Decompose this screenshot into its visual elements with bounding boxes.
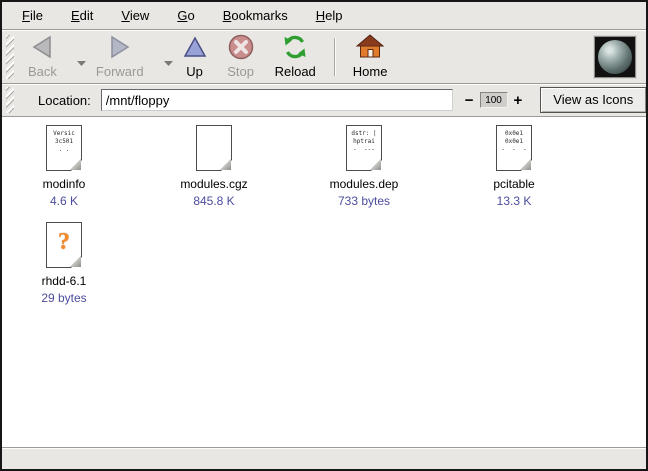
menu-item-file[interactable]: File: [10, 4, 55, 27]
location-bar: Location: − 100 + View as Icons: [2, 84, 646, 117]
reload-button[interactable]: Reload: [267, 33, 324, 80]
back-button: Back: [20, 33, 65, 80]
forward-history-chevron-icon[interactable]: [164, 53, 173, 71]
menu-item-bookmarks[interactable]: Bookmarks: [211, 4, 300, 27]
file-preview-line: hptrai: [353, 138, 375, 146]
stop-button-label: Stop: [227, 64, 254, 79]
stop-button: Stop: [219, 33, 263, 80]
home-button-label: Home: [353, 64, 388, 79]
toolbar-drag-handle[interactable]: [6, 35, 14, 79]
view-mode-select[interactable]: View as Icons: [540, 87, 648, 113]
file-size: 13.3 K: [497, 194, 532, 208]
location-input[interactable]: [101, 89, 453, 111]
file-name[interactable]: modinfo: [43, 177, 86, 191]
file-preview-line: 0x0e1: [505, 130, 523, 138]
throbber-frame: [594, 36, 636, 78]
location-bar-drag-handle[interactable]: [6, 87, 14, 113]
file-item-rhdd-6.1[interactable]: ? rhdd-6.1 29 bytes: [8, 222, 120, 305]
back-button-label: Back: [28, 64, 57, 79]
menu-bar: FileEditViewGoBookmarksHelp: [2, 2, 646, 30]
view-mode-label: View as Icons: [541, 88, 645, 112]
page-curl: [220, 159, 231, 170]
menu-item-help[interactable]: Help: [304, 4, 355, 27]
location-label: Location:: [38, 93, 91, 108]
file-item-pcitable[interactable]: 0x0e10x0e1- - -pcitable13.3 K: [458, 125, 570, 208]
forward-button: Forward: [88, 33, 152, 80]
up-button[interactable]: Up: [175, 33, 215, 80]
home-button[interactable]: Home: [345, 33, 396, 80]
throbber-orb-icon: [598, 40, 632, 74]
file-name[interactable]: rhdd-6.1: [42, 274, 87, 288]
unknown-file-icon[interactable]: ?: [46, 222, 82, 268]
zoom-control: − 100 +: [465, 92, 523, 108]
file-name[interactable]: modules.dep: [330, 177, 399, 191]
blank-file-icon[interactable]: [196, 125, 232, 171]
reload-button-label: Reload: [275, 64, 316, 79]
menu-item-edit[interactable]: Edit: [59, 4, 105, 27]
toolbar-separator: [334, 38, 335, 76]
zoom-level-indicator[interactable]: 100: [480, 92, 508, 108]
zoom-in-button[interactable]: +: [514, 93, 523, 108]
file-item-modules.dep[interactable]: dstr: |hptrai- --- modules.dep 733 bytes: [308, 125, 420, 208]
file-preview-line: . .: [59, 146, 70, 154]
menu-item-go[interactable]: Go: [165, 4, 206, 27]
file-name[interactable]: modules.cgz: [180, 177, 247, 191]
file-preview-line: 0x0e1: [505, 138, 523, 146]
up-button-label: Up: [186, 64, 203, 79]
forward-button-label: Forward: [96, 64, 144, 79]
page-curl: [370, 159, 381, 170]
text-file-icon[interactable]: dstr: |hptrai- ---: [346, 125, 382, 171]
stop-icon: [227, 33, 255, 66]
file-size: 845.8 K: [193, 194, 234, 208]
file-preview-line: - ---: [353, 146, 375, 154]
file-view[interactable]: Versic3c501. . modinfo 4.6 K modules.cgz 845…: [2, 117, 646, 447]
back-icon: [29, 34, 55, 65]
throbber-button[interactable]: [594, 36, 636, 78]
forward-icon: [107, 34, 133, 65]
menu-item-view[interactable]: View: [109, 4, 161, 27]
reload-icon: [281, 33, 309, 66]
text-file-icon[interactable]: 0x0e10x0e1- - -: [496, 125, 532, 171]
file-size: 4.6 K: [50, 194, 78, 208]
page-curl: [70, 159, 81, 170]
question-mark-glyph: ?: [58, 229, 70, 256]
file-preview-line: Versic: [53, 130, 75, 138]
page-curl: [520, 159, 531, 170]
text-file-icon[interactable]: Versic3c501. .: [46, 125, 82, 171]
file-preview-line: 3c501: [55, 138, 73, 146]
toolbar-buttons: Back Forward Up Stop Reload Home: [18, 33, 397, 80]
status-bar: [2, 447, 646, 469]
toolbar: Back Forward Up Stop Reload Home: [2, 30, 646, 84]
file-manager-window: FileEditViewGoBookmarksHelp Back Forward U…: [0, 0, 648, 471]
back-history-chevron-icon[interactable]: [77, 53, 86, 71]
page-curl: [70, 256, 81, 267]
home-icon: [356, 34, 384, 65]
file-preview-line: dstr: |: [351, 130, 376, 138]
up-icon: [183, 35, 207, 64]
file-item-modules.cgz[interactable]: modules.cgz 845.8 K: [158, 125, 270, 208]
file-item-modinfo[interactable]: Versic3c501. . modinfo 4.6 K: [8, 125, 120, 208]
file-preview-line: - - -: [501, 146, 526, 154]
file-size: 733 bytes: [338, 194, 390, 208]
zoom-out-button[interactable]: −: [465, 93, 474, 108]
file-name[interactable]: pcitable: [493, 177, 534, 191]
file-size: 29 bytes: [41, 291, 86, 305]
